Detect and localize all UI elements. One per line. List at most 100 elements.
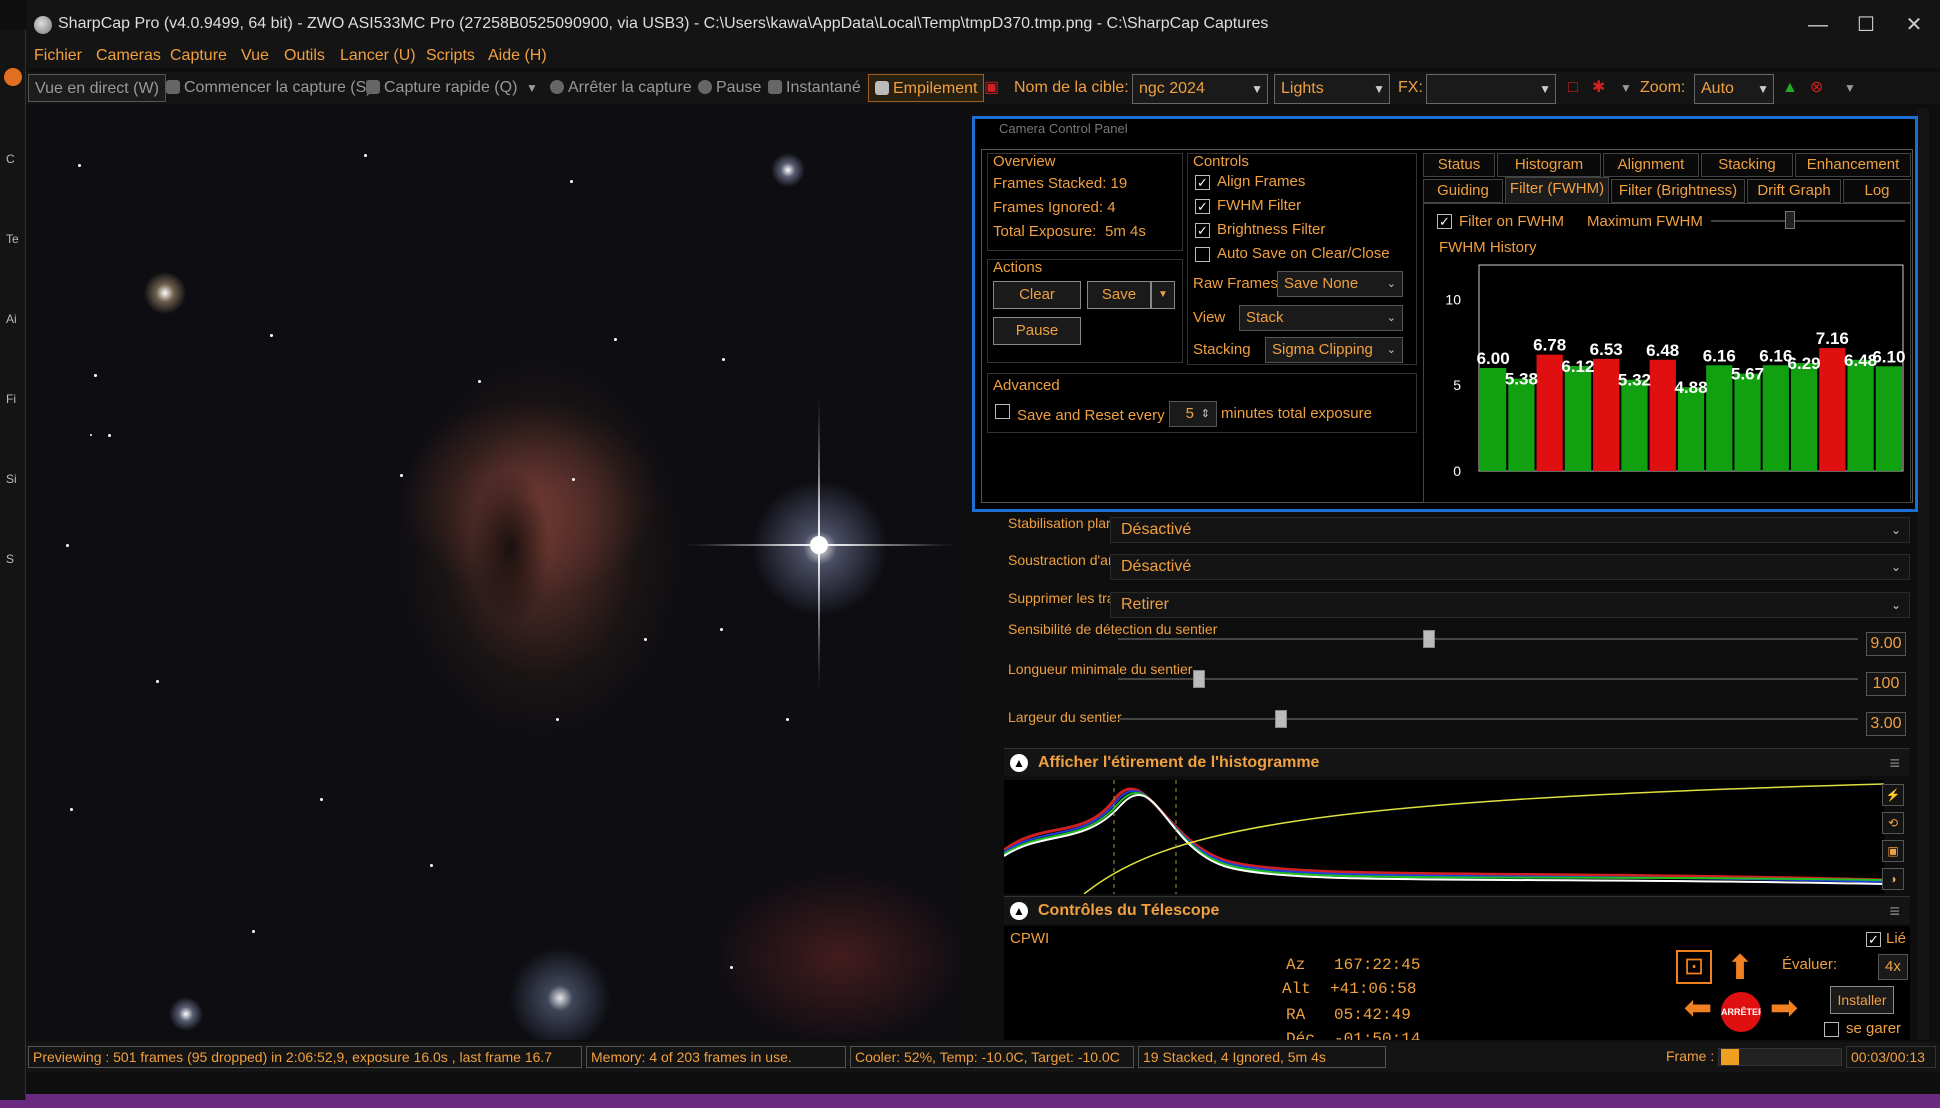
fx-select[interactable]: ▼ bbox=[1426, 74, 1556, 104]
frame-type-select[interactable]: Lights ▼ bbox=[1274, 74, 1390, 104]
tab-filter-fwhm[interactable]: Filter (FWHM) bbox=[1505, 177, 1609, 203]
min-trail-length-value[interactable]: 100 bbox=[1866, 672, 1906, 696]
clear-button[interactable]: Clear bbox=[993, 281, 1081, 309]
tab-histogram[interactable]: Histogram bbox=[1497, 153, 1601, 177]
reticle-icon[interactable]: □ bbox=[1568, 74, 1578, 102]
max-fwhm-slider[interactable] bbox=[1711, 220, 1905, 222]
zoom-target-icon[interactable]: ⊗ bbox=[1810, 74, 1823, 102]
mountain-icon[interactable]: ▲ bbox=[1782, 74, 1798, 102]
left-strip-label: Fi bbox=[6, 392, 16, 406]
save-dropdown-button[interactable]: ▼ bbox=[1151, 281, 1175, 309]
chevron-down-icon[interactable]: ▼ bbox=[1844, 74, 1856, 102]
park-checkbox[interactable] bbox=[1824, 1022, 1839, 1037]
crosshair-icon[interactable]: ✱ bbox=[1592, 74, 1605, 102]
save-button[interactable]: Save bbox=[1087, 281, 1151, 309]
minimize-button[interactable]: — bbox=[1796, 10, 1840, 40]
filter-on-fwhm-label: Filter on FWHM bbox=[1459, 213, 1564, 230]
hamburger-menu-icon[interactable]: ≡ bbox=[1889, 897, 1900, 925]
menu-scripts[interactable]: Scripts bbox=[426, 47, 475, 65]
tab-drift-graph[interactable]: Drift Graph bbox=[1747, 179, 1841, 203]
slider-thumb[interactable] bbox=[1422, 630, 1435, 648]
align-frames-checkbox[interactable]: ✓ bbox=[1195, 175, 1210, 190]
spinner-arrows-icon[interactable]: ⇕ bbox=[1201, 402, 1210, 426]
close-button[interactable]: ✕ bbox=[1892, 10, 1936, 40]
menu-capture[interactable]: Capture bbox=[170, 47, 227, 65]
menu-cameras[interactable]: Cameras bbox=[96, 47, 161, 65]
min-trail-length-slider[interactable] bbox=[1118, 670, 1858, 688]
save-reset-checkbox[interactable] bbox=[995, 404, 1010, 419]
arrow-right-icon[interactable]: ➡ bbox=[1764, 988, 1804, 1034]
target-name-input[interactable]: ngc 2024 ▼ bbox=[1132, 74, 1268, 104]
satellite-trails-select[interactable]: Retirer ⌄ bbox=[1110, 592, 1910, 618]
trail-width-slider[interactable] bbox=[1118, 710, 1858, 728]
tab-status[interactable]: Status bbox=[1423, 153, 1495, 177]
arrow-up-icon[interactable]: ⬆ bbox=[1720, 948, 1760, 988]
contrast-icon[interactable]: ◑ bbox=[1882, 868, 1904, 890]
fwhm-bar-label: 6.29 bbox=[1788, 354, 1821, 373]
pause-button[interactable]: Pause bbox=[698, 74, 761, 102]
chevron-down-icon[interactable]: ▼ bbox=[1620, 74, 1632, 102]
right-panel-scrollbar[interactable] bbox=[1917, 108, 1929, 1040]
tab-enhancement[interactable]: Enhancement bbox=[1795, 153, 1911, 177]
menu-aide[interactable]: Aide (H) bbox=[488, 47, 547, 65]
stacking-mode-select[interactable]: Sigma Clipping ⌄ bbox=[1265, 337, 1403, 363]
auto-save-checkbox[interactable] bbox=[1195, 247, 1210, 262]
maximize-button[interactable]: ☐ bbox=[1844, 10, 1888, 40]
tab-guiding[interactable]: Guiding bbox=[1423, 179, 1503, 203]
menu-lancer[interactable]: Lancer (U) bbox=[340, 47, 416, 65]
lightning-icon[interactable]: ⚡ bbox=[1882, 784, 1904, 806]
star bbox=[478, 380, 481, 383]
preview-image[interactable] bbox=[30, 108, 965, 1040]
stop-capture-button[interactable]: Arrêter la capture bbox=[550, 74, 692, 102]
stacking-button[interactable]: Empilement bbox=[868, 74, 985, 102]
reset-icon[interactable]: ⟲ bbox=[1882, 812, 1904, 834]
fwhm-filter-checkbox[interactable]: ✓ bbox=[1195, 199, 1210, 214]
star bbox=[730, 966, 733, 969]
zoom-select[interactable]: Auto ▼ bbox=[1694, 74, 1774, 104]
slider-thumb[interactable] bbox=[1785, 211, 1795, 229]
snapshot-button[interactable]: Instantané bbox=[768, 74, 861, 102]
menu-vue[interactable]: Vue bbox=[241, 47, 269, 65]
detection-sensitivity-slider[interactable] bbox=[1118, 630, 1858, 648]
alt-readout: Alt +41:06:58 bbox=[1282, 980, 1417, 998]
menu-outils[interactable]: Outils bbox=[284, 47, 325, 65]
linked-checkbox[interactable]: ✓ bbox=[1866, 932, 1881, 947]
view-select[interactable]: Stack ⌄ bbox=[1239, 305, 1403, 331]
frame-label: Frame : bbox=[1666, 1048, 1715, 1064]
live-view-button[interactable]: Vue en direct (W) bbox=[28, 74, 166, 102]
star-glow bbox=[768, 150, 808, 190]
slider-thumb[interactable] bbox=[1193, 670, 1206, 688]
chevron-down-icon[interactable]: ▼ bbox=[526, 74, 538, 102]
park-home-icon[interactable]: ⊡ bbox=[1676, 950, 1712, 984]
tab-filter-brightness[interactable]: Filter (Brightness) bbox=[1611, 179, 1745, 203]
telescope-controls-header[interactable]: ▲ Contrôles du Télescope ≡ bbox=[1004, 896, 1910, 924]
detection-sensitivity-value[interactable]: 9.00 bbox=[1866, 632, 1906, 656]
chevron-up-icon[interactable]: ▲ bbox=[1010, 902, 1028, 920]
planet-stabilisation-select[interactable]: Désactivé ⌄ bbox=[1110, 517, 1910, 543]
save-icon[interactable]: ▣ bbox=[1882, 840, 1904, 862]
trail-width-value[interactable]: 3.00 bbox=[1866, 712, 1906, 736]
quick-capture-button[interactable]: Capture rapide (Q) bbox=[366, 74, 517, 102]
tab-stacking[interactable]: Stacking bbox=[1701, 153, 1793, 177]
minutes-spinner[interactable]: 5 ⇕ bbox=[1169, 401, 1217, 427]
filter-on-fwhm-checkbox[interactable]: ✓ bbox=[1437, 214, 1452, 229]
tab-log[interactable]: Log bbox=[1843, 179, 1911, 203]
rate-select[interactable]: 4x bbox=[1878, 954, 1908, 980]
hamburger-menu-icon[interactable]: ≡ bbox=[1889, 749, 1900, 777]
raw-frames-select[interactable]: Save None ⌄ bbox=[1277, 271, 1403, 297]
histogram-stretch-header[interactable]: ▲ Afficher l'étirement de l'histogramme … bbox=[1004, 748, 1910, 776]
brightness-filter-checkbox[interactable]: ✓ bbox=[1195, 223, 1210, 238]
tab-alignment[interactable]: Alignment bbox=[1603, 153, 1699, 177]
stop-button[interactable]: ARRÊTER bbox=[1721, 992, 1761, 1032]
slider-thumb[interactable] bbox=[1274, 710, 1287, 728]
frame-progress-thumb[interactable] bbox=[1721, 1049, 1739, 1065]
arrow-left-icon[interactable]: ⬅ bbox=[1678, 988, 1718, 1034]
histogram-plot[interactable] bbox=[1003, 780, 1885, 895]
start-capture-button[interactable]: Commencer la capture (S) bbox=[166, 74, 372, 102]
background-subtraction-select[interactable]: Désactivé ⌄ bbox=[1110, 554, 1910, 580]
frame-progress-track[interactable] bbox=[1718, 1048, 1842, 1066]
pause-stack-button[interactable]: Pause bbox=[993, 317, 1081, 345]
install-button[interactable]: Installer bbox=[1830, 986, 1894, 1014]
chevron-up-icon[interactable]: ▲ bbox=[1010, 754, 1028, 772]
menu-fichier[interactable]: Fichier bbox=[34, 47, 82, 65]
